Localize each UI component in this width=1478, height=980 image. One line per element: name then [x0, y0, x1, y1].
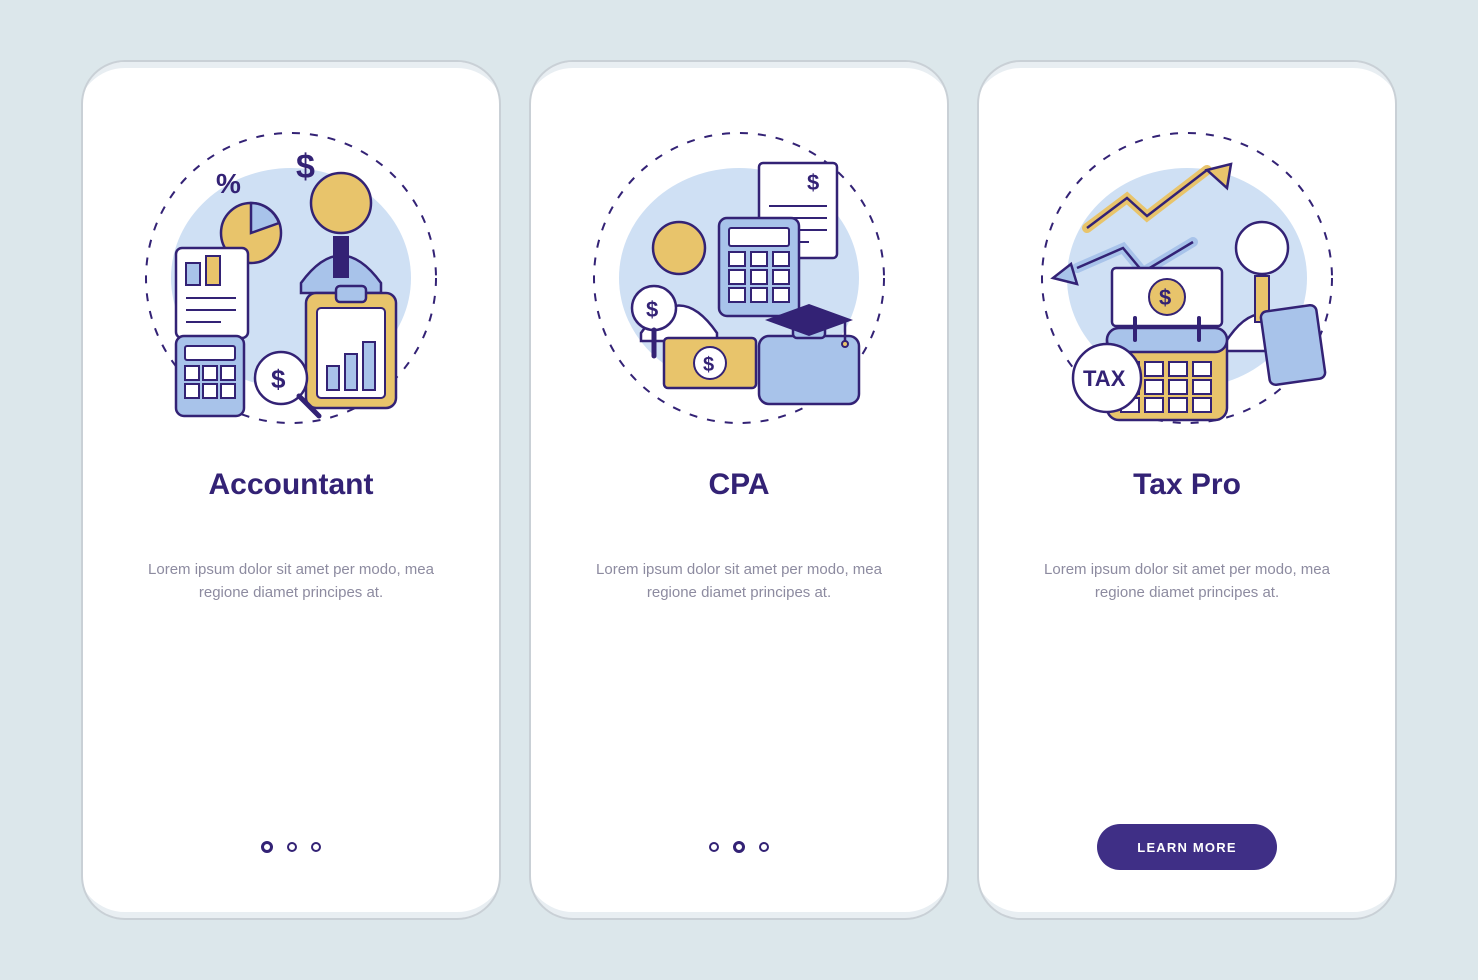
- pagination-dot-2[interactable]: [733, 841, 745, 853]
- pagination-dots: [261, 824, 321, 870]
- pagination-dot-3[interactable]: [311, 842, 321, 852]
- onboarding-screen-3: $ TAX Tax Pro Lorem ipsum dolor sit amet…: [977, 60, 1397, 920]
- screen-description: Lorem ipsum dolor sit amet per modo, mea…: [1037, 558, 1337, 605]
- pagination-dots: [709, 824, 769, 870]
- svg-text:$: $: [703, 354, 714, 376]
- svg-text:$: $: [646, 297, 658, 322]
- svg-text:%: %: [216, 168, 241, 199]
- screen-title: Accountant: [209, 468, 374, 502]
- pagination-dot-1[interactable]: [261, 841, 273, 853]
- screen-description: Lorem ipsum dolor sit amet per modo, mea…: [589, 558, 889, 605]
- pagination-dot-2[interactable]: [287, 842, 297, 852]
- svg-text:$: $: [296, 148, 315, 186]
- onboarding-screen-1: $ % $ Accountant Lorem ipsum dolor sit a…: [81, 60, 501, 920]
- screen-title: CPA: [708, 468, 769, 502]
- onboarding-screen-2: $ $ $ CPA Lorem ipsum dolor sit amet per…: [529, 60, 949, 920]
- pagination-dot-3[interactable]: [759, 842, 769, 852]
- svg-text:$: $: [1159, 285, 1171, 310]
- screen-title: Tax Pro: [1133, 468, 1241, 502]
- pagination-dot-1[interactable]: [709, 842, 719, 852]
- svg-text:TAX: TAX: [1083, 366, 1126, 391]
- accountant-illustration: $ % $: [121, 118, 461, 438]
- svg-text:$: $: [807, 170, 819, 195]
- cpa-illustration: $ $ $: [569, 118, 909, 438]
- learn-more-button[interactable]: LEARN MORE: [1097, 824, 1276, 870]
- taxpro-illustration: $ TAX: [1017, 118, 1357, 438]
- screen-description: Lorem ipsum dolor sit amet per modo, mea…: [141, 558, 441, 605]
- svg-text:$: $: [271, 364, 286, 394]
